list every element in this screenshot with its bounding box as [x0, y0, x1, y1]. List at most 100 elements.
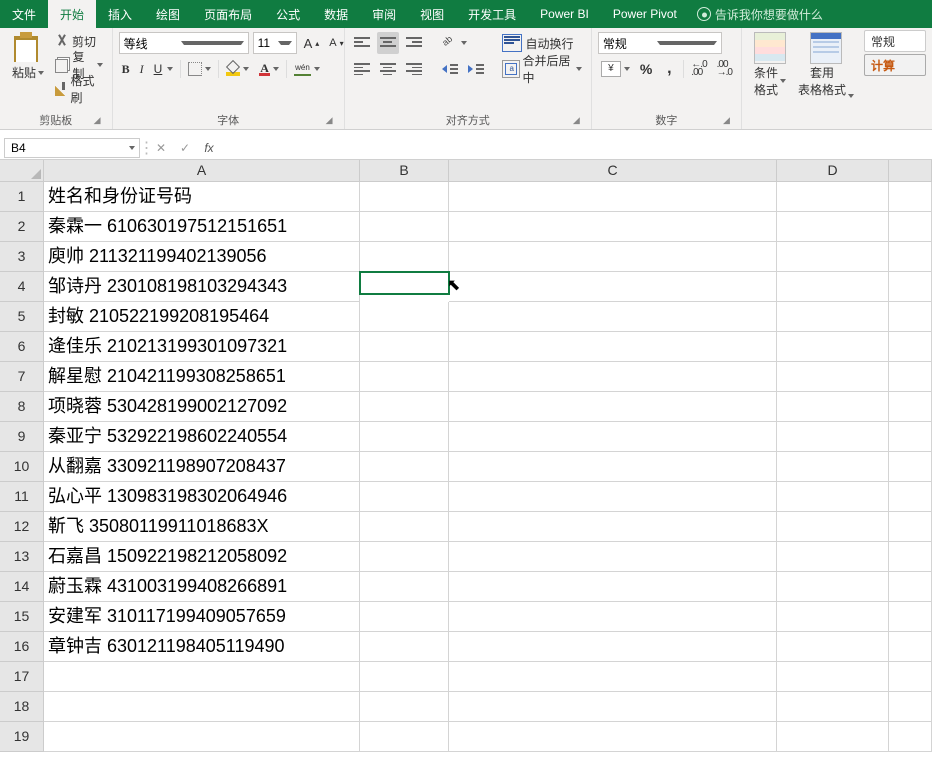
tab-home[interactable]: 开始 [48, 0, 96, 28]
enter-formula-button[interactable]: ✓ [173, 141, 197, 155]
cell[interactable] [889, 182, 932, 212]
cell[interactable] [889, 542, 932, 572]
cell[interactable] [777, 302, 889, 332]
underline-button[interactable]: U [151, 58, 177, 80]
italic-button[interactable]: I [137, 58, 147, 80]
merge-center-button[interactable]: 合并后居中 [499, 58, 584, 80]
name-box-input[interactable] [5, 141, 129, 155]
column-header-C[interactable]: C [449, 160, 777, 182]
row-header[interactable]: 12 [0, 512, 44, 542]
cell[interactable]: 靳飞 35080119911018683X [44, 512, 360, 542]
cell[interactable] [777, 242, 889, 272]
cell[interactable] [889, 212, 932, 242]
font-size-select[interactable]: 11 [253, 32, 297, 54]
row-header[interactable]: 17 [0, 662, 44, 692]
cell[interactable] [449, 602, 777, 632]
cell[interactable] [777, 512, 889, 542]
select-all-button[interactable] [0, 160, 44, 182]
cell[interactable] [889, 392, 932, 422]
name-box[interactable] [4, 138, 140, 158]
tab-layout[interactable]: 页面布局 [192, 0, 264, 28]
border-button[interactable] [185, 58, 214, 80]
row-header[interactable]: 5 [0, 302, 44, 332]
cell[interactable]: 安建军 310117199409057659 [44, 602, 360, 632]
cell[interactable] [777, 212, 889, 242]
cell[interactable] [360, 362, 449, 392]
cell[interactable] [777, 632, 889, 662]
align-launcher[interactable]: ◢ [573, 115, 585, 127]
decrease-font-button[interactable]: A▾ [326, 32, 346, 54]
column-header-[interactable] [889, 160, 932, 182]
column-header-D[interactable]: D [777, 160, 889, 182]
percent-button[interactable]: % [637, 58, 655, 80]
align-left-button[interactable] [351, 58, 373, 80]
cell[interactable] [777, 182, 889, 212]
cell[interactable] [777, 542, 889, 572]
cell[interactable] [449, 182, 777, 212]
cell[interactable]: 秦霖一 610630197512151651 [44, 212, 360, 242]
font-name-select[interactable]: 等线 [119, 32, 249, 54]
column-header-A[interactable]: A [44, 160, 360, 182]
cell[interactable] [889, 332, 932, 362]
accounting-format-button[interactable]: ¥ [598, 58, 633, 80]
cancel-formula-button[interactable]: ✕ [149, 141, 173, 155]
row-header[interactable]: 2 [0, 212, 44, 242]
align-center-button[interactable] [377, 58, 399, 80]
row-header[interactable]: 9 [0, 422, 44, 452]
cell[interactable] [777, 422, 889, 452]
cell[interactable] [449, 542, 777, 572]
paste-button[interactable]: 粘贴 [6, 30, 50, 83]
cell[interactable] [360, 662, 449, 692]
insert-function-button[interactable]: fx [197, 141, 221, 155]
wrap-text-button[interactable]: 自动换行 [499, 32, 584, 54]
row-header[interactable]: 13 [0, 542, 44, 572]
row-header[interactable]: 18 [0, 692, 44, 722]
cell[interactable] [889, 482, 932, 512]
cell[interactable] [889, 422, 932, 452]
orientation-button[interactable] [439, 32, 470, 54]
row-header[interactable]: 7 [0, 362, 44, 392]
cell[interactable] [889, 572, 932, 602]
cell[interactable] [777, 362, 889, 392]
cell[interactable] [360, 632, 449, 662]
cell[interactable] [449, 422, 777, 452]
cell[interactable] [360, 542, 449, 572]
cell[interactable]: 蔚玉霖 431003199408266891 [44, 572, 360, 602]
cell[interactable] [889, 242, 932, 272]
row-header[interactable]: 19 [0, 722, 44, 752]
cell[interactable] [44, 692, 360, 722]
bold-button[interactable]: B [119, 58, 133, 80]
tab-powerbi[interactable]: Power BI [528, 0, 601, 28]
tab-review[interactable]: 审阅 [360, 0, 408, 28]
row-header[interactable]: 16 [0, 632, 44, 662]
cell[interactable]: 姓名和身份证号码 [44, 182, 360, 212]
cell[interactable] [889, 272, 932, 302]
increase-indent-button[interactable] [465, 58, 487, 80]
cell[interactable] [360, 212, 449, 242]
format-as-table-button[interactable]: 套用 表格格式 [792, 30, 860, 100]
cell[interactable] [360, 242, 449, 272]
cell[interactable] [889, 302, 932, 332]
row-header[interactable]: 6 [0, 332, 44, 362]
cell[interactable] [777, 332, 889, 362]
comma-style-button[interactable]: , [659, 58, 679, 80]
tab-file[interactable]: 文件 [0, 0, 48, 28]
align-top-button[interactable] [351, 32, 373, 54]
cell[interactable] [777, 692, 889, 722]
conditional-format-button[interactable]: 条件格式 [748, 30, 792, 100]
cell[interactable] [777, 662, 889, 692]
cell[interactable] [44, 722, 360, 752]
tab-formulas[interactable]: 公式 [264, 0, 312, 28]
fill-color-button[interactable] [223, 58, 252, 80]
cell[interactable] [777, 602, 889, 632]
cell[interactable] [360, 332, 449, 362]
cell[interactable] [360, 422, 449, 452]
cell[interactable] [449, 212, 777, 242]
cell[interactable] [449, 692, 777, 722]
cell[interactable] [777, 722, 889, 752]
row-header[interactable]: 8 [0, 392, 44, 422]
cell[interactable]: 石嘉昌 150922198212058092 [44, 542, 360, 572]
cell[interactable] [449, 272, 777, 302]
cell[interactable]: 项晓蓉 530428199002127092 [44, 392, 360, 422]
cell[interactable] [889, 602, 932, 632]
